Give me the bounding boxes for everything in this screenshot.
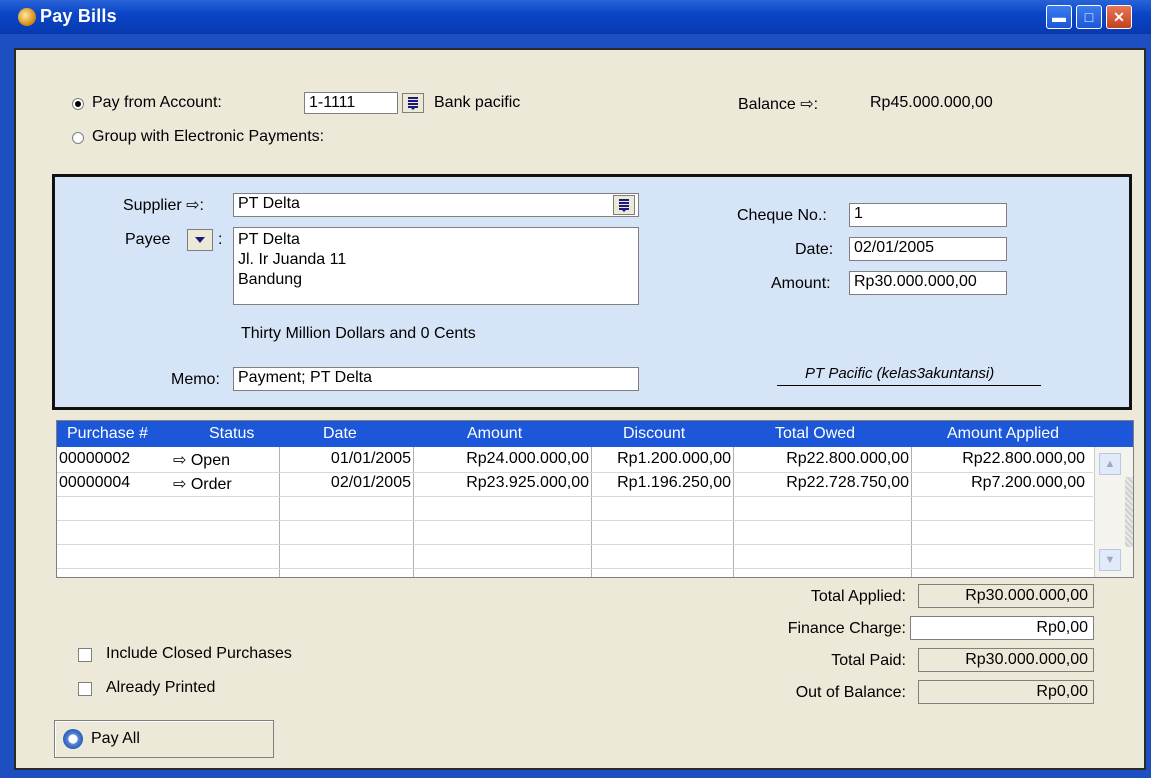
amount-applied[interactable]: Rp22.800.000,00 <box>962 450 1085 468</box>
account-name: Bank pacific <box>434 94 521 111</box>
include-closed-purchases-label: Include Closed Purchases <box>106 645 292 662</box>
column-header[interactable]: Amount <box>467 425 522 443</box>
total-applied-label: Total Applied: <box>810 588 906 605</box>
company-signature: PT Pacific (kelas3akuntansi) <box>805 365 995 382</box>
table-row[interactable] <box>57 544 1093 569</box>
group-electronic-payments-label: Group with Electronic Payments: <box>92 128 325 145</box>
total-owed: Rp22.800.000,00 <box>786 450 909 467</box>
amount-field[interactable]: Rp30.000.000,00 <box>849 271 1007 295</box>
memo-label: Memo: <box>171 371 220 388</box>
group-electronic-payments-radio[interactable] <box>72 132 84 144</box>
account-list-icon[interactable] <box>402 93 424 113</box>
minimize-button[interactable]: ▬ <box>1046 5 1072 29</box>
column-header[interactable]: Status <box>209 425 254 443</box>
pay-from-account-radio[interactable] <box>72 98 84 110</box>
payee-line: PT Delta <box>238 231 300 248</box>
purchase-number: 00000004 <box>59 474 131 491</box>
scroll-down-icon[interactable]: ▼ <box>1099 549 1121 571</box>
date-field[interactable]: 02/01/2005 <box>849 237 1007 261</box>
supplier-label: Supplier ⇨: <box>123 197 204 214</box>
purchases-table: Purchase # Status Date Amount Discount T… <box>56 420 1134 578</box>
purchase-discount: Rp1.196.250,00 <box>617 474 731 491</box>
amount-applied[interactable]: Rp7.200.000,00 <box>971 474 1085 492</box>
balance-label: Balance ⇨: <box>738 96 819 113</box>
scroll-up-icon[interactable]: ▲ <box>1099 453 1121 475</box>
table-row[interactable]: 00000002 ⇨ Open 01/01/2005 Rp24.000.000,… <box>57 448 1093 473</box>
out-of-balance-field: Rp0,00 <box>918 680 1094 704</box>
payee-label: Payee <box>125 231 171 248</box>
pay-from-account-label: Pay from Account: <box>92 94 222 111</box>
title-bar: Pay Bills ▬ □ ✕ <box>0 0 1151 34</box>
already-printed-label: Already Printed <box>106 679 216 696</box>
pay-bills-window: Pay from Account: 1-1111 Bank pacific Ba… <box>14 48 1146 770</box>
finance-charge-label: Finance Charge: <box>787 620 906 637</box>
payee-colon: : <box>218 231 223 248</box>
amount-in-words: Thirty Million Dollars and 0 Cents <box>241 325 476 342</box>
include-closed-purchases-checkbox[interactable] <box>78 648 92 662</box>
cheque-panel: Supplier ⇨: PT Delta Payee : PT Delta Jl… <box>52 174 1132 410</box>
balance-value: Rp45.000.000,00 <box>870 94 993 111</box>
supplier-list-icon[interactable] <box>613 195 635 215</box>
window-title: Pay Bills <box>40 6 117 26</box>
finance-charge-field[interactable]: Rp0,00 <box>910 616 1094 640</box>
cheque-no-label: Cheque No.: <box>737 207 827 224</box>
column-header[interactable]: Amount Applied <box>947 425 1059 443</box>
payee-line: Jl. Ir Juanda 11 <box>238 251 347 268</box>
pay-all-icon <box>63 729 83 749</box>
total-paid-field: Rp30.000.000,00 <box>918 648 1094 672</box>
close-button[interactable]: ✕ <box>1106 5 1132 29</box>
chevron-down-icon <box>195 237 205 243</box>
table-row[interactable] <box>57 520 1093 545</box>
purchase-amount: Rp23.925.000,00 <box>466 474 589 491</box>
table-scrollbar[interactable]: ▲ ▼ <box>1094 447 1133 577</box>
table-header: Purchase # Status Date Amount Discount T… <box>57 421 1133 447</box>
column-header[interactable]: Discount <box>623 425 685 443</box>
purchase-number: 00000002 <box>59 450 131 467</box>
account-number-field[interactable]: 1-1111 <box>304 92 398 114</box>
total-applied-field: Rp30.000.000,00 <box>918 584 1094 608</box>
column-header[interactable]: Total Owed <box>775 425 855 443</box>
pay-all-button[interactable]: Pay All <box>54 720 274 758</box>
already-printed-checkbox[interactable] <box>78 682 92 696</box>
purchase-date: 02/01/2005 <box>330 474 411 491</box>
amount-label: Amount: <box>771 275 831 292</box>
purchase-amount: Rp24.000.000,00 <box>466 450 589 467</box>
date-label: Date: <box>795 241 834 258</box>
cheque-no-field[interactable]: 1 <box>849 203 1007 227</box>
purchase-status: ⇨ Order <box>173 476 232 493</box>
pay-all-label: Pay All <box>91 730 140 747</box>
column-header[interactable]: Date <box>323 425 357 443</box>
memo-field[interactable]: Payment; PT Delta <box>233 367 639 391</box>
payee-address-field[interactable]: PT Delta Jl. Ir Juanda 11 Bandung <box>233 227 639 305</box>
purchase-date: 01/01/2005 <box>330 450 411 467</box>
app-icon <box>18 8 36 26</box>
table-row[interactable] <box>57 496 1093 521</box>
scrollbar-track[interactable] <box>1125 477 1133 547</box>
purchase-status: ⇨ Open <box>173 452 230 469</box>
table-row[interactable]: 00000004 ⇨ Order 02/01/2005 Rp23.925.000… <box>57 472 1093 497</box>
payee-line: Bandung <box>238 271 303 288</box>
column-header[interactable]: Purchase # <box>67 425 148 443</box>
total-owed: Rp22.728.750,00 <box>786 474 909 491</box>
signature-line <box>777 385 1041 386</box>
purchase-discount: Rp1.200.000,00 <box>617 450 731 467</box>
maximize-button[interactable]: □ <box>1076 5 1102 29</box>
payee-dropdown-button[interactable] <box>187 229 213 251</box>
total-paid-label: Total Paid: <box>831 652 906 669</box>
supplier-field[interactable]: PT Delta <box>233 193 639 217</box>
out-of-balance-label: Out of Balance: <box>795 684 906 701</box>
